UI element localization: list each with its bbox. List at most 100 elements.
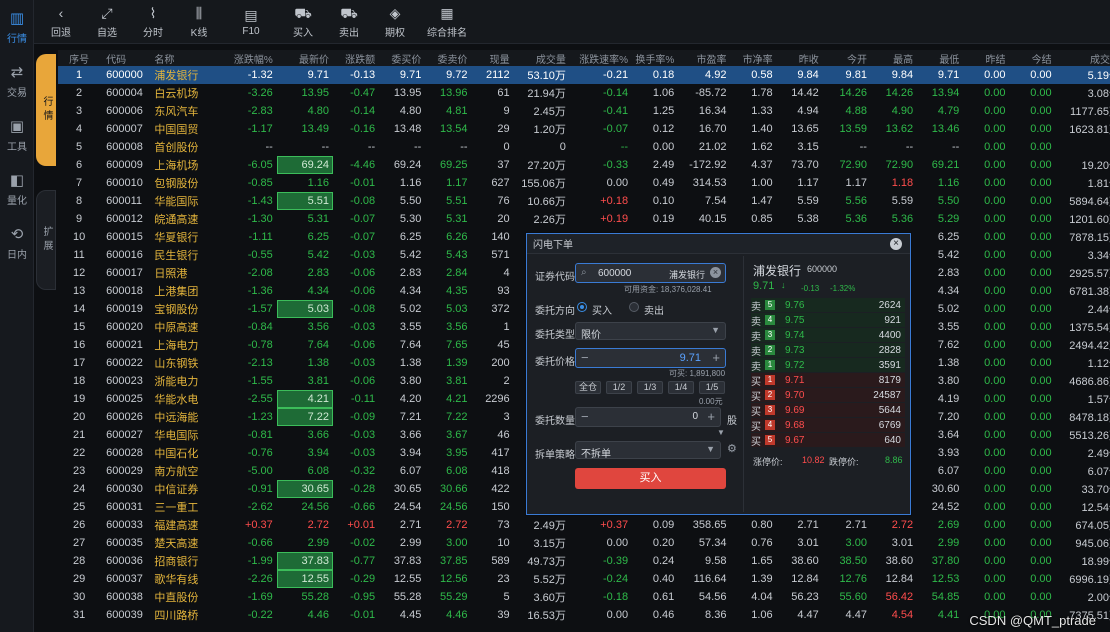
sell-level-row[interactable]: 卖 2 9.73 2828 <box>751 343 905 358</box>
table-row[interactable]: 2 600004 白云机场 -3.26 13.95 -0.47 13.95 13.96 61 21… <box>58 84 1110 102</box>
expand-arrow-icon[interactable]: ▼ <box>717 428 725 437</box>
column-header[interactable]: 市净率 <box>730 50 777 66</box>
order-type-select[interactable]: 限价 ▼ <box>575 322 726 341</box>
tab-expand[interactable]: 扩展 <box>36 190 56 290</box>
column-header[interactable]: 成交额 <box>1055 50 1110 66</box>
table-cell: 38.60 <box>885 555 914 567</box>
table-row[interactable]: 28 600036 招商银行 -1.99 37.83 -0.77 37.83 37.85 589… <box>58 552 1110 570</box>
column-header[interactable]: 换手率% <box>632 50 679 66</box>
plus-icon[interactable]: + <box>712 350 720 365</box>
column-header[interactable]: 现量 <box>471 50 514 66</box>
toolbar-button-7[interactable]: ◈ 期权 <box>372 0 418 44</box>
price-stepper[interactable]: − 9.71 + <box>575 348 726 368</box>
column-header[interactable]: 代码 <box>100 50 153 66</box>
buy-level-row[interactable]: 买 1 9.71 8179 <box>751 373 905 388</box>
table-row[interactable]: 7 600010 包钢股份 -0.85 1.16 -0.01 1.16 1.17 627 155.… <box>58 174 1110 192</box>
buy-level-row[interactable]: 买 4 9.68 6769 <box>751 418 905 433</box>
sell-level-row[interactable]: 卖 5 9.76 2624 <box>751 298 905 313</box>
table-row[interactable]: 9 600012 皖通高速 -1.30 5.31 -0.07 5.30 5.31 20 2.26万… <box>58 210 1110 228</box>
radio-buy[interactable] <box>577 302 587 312</box>
sell-level-row[interactable]: 卖 1 9.72 3591 <box>751 358 905 373</box>
table-cell: 0.00 <box>1030 267 1052 279</box>
plus-icon[interactable]: + <box>707 409 715 424</box>
table-row[interactable]: 30 600038 中直股份 -1.69 55.28 -0.95 55.28 55.29 5 3.… <box>58 588 1110 606</box>
table-row[interactable]: 27 600035 楚天高速 -0.66 2.99 -0.02 2.99 3.00 10 3.15… <box>58 534 1110 552</box>
column-header[interactable]: 最低 <box>917 50 964 66</box>
table-cell: 358.65 <box>692 519 727 531</box>
table-cell: 40.15 <box>698 213 727 225</box>
table-cell: 3.66 <box>399 429 422 441</box>
column-header[interactable]: 今开 <box>822 50 871 66</box>
fraction-button[interactable]: 1/2 <box>606 381 632 394</box>
column-header[interactable]: 涨跌幅% <box>220 50 277 66</box>
table-cell: 南方航空 <box>154 466 199 478</box>
column-header[interactable]: 涨跌速率% <box>569 50 633 66</box>
sell-level-row[interactable]: 卖 3 9.74 4400 <box>751 328 905 343</box>
table-row[interactable]: 31 600039 四川路桥 -0.22 4.46 -0.01 4.45 4.46 39 16.5… <box>58 606 1110 624</box>
table-cell: -0.33 <box>603 159 629 171</box>
column-header[interactable]: 最新价 <box>276 50 333 66</box>
quantity-stepper[interactable]: − 0 + <box>575 407 721 427</box>
radio-sell[interactable] <box>629 302 639 312</box>
table-row[interactable]: 29 600037 歌华有线 -2.26 12.55 -0.29 12.55 12.56 23 5… <box>58 570 1110 588</box>
column-header[interactable]: 序号 <box>58 50 101 66</box>
toolbar-button-8[interactable]: ▦ 综合排名 <box>418 0 476 44</box>
table-cell: 5.19亿 <box>1055 66 1110 84</box>
buy-button[interactable]: 买入 <box>575 468 726 489</box>
table-row[interactable]: 4 600007 中国国贸 -1.17 13.49 -0.16 13.48 13.54 29 1.… <box>58 120 1110 138</box>
column-header[interactable]: 市盈率 <box>678 50 731 66</box>
table-cell: -- <box>859 141 867 153</box>
fraction-button[interactable]: 1/4 <box>668 381 694 394</box>
table-cell: -0.03 <box>350 249 376 261</box>
column-header[interactable]: 成交量 <box>513 50 570 66</box>
column-header[interactable]: 昨收 <box>776 50 823 66</box>
toolbar-button-4[interactable]: ▤ F10 <box>222 0 280 44</box>
table-row[interactable]: 1 600000 浦发银行 -1.32 9.71 -0.13 9.71 9.72 2112 53.… <box>58 66 1110 84</box>
nav-item-1[interactable]: ⇄ 交易 <box>0 54 34 108</box>
minus-icon[interactable]: − <box>581 350 589 365</box>
column-header[interactable]: 涨跌额 <box>333 50 380 66</box>
table-cell: 0.00 <box>1030 483 1052 495</box>
table-row[interactable]: 3 600006 东风汽车 -2.83 4.80 -0.14 4.80 4.81 9 2.45万 -… <box>58 102 1110 120</box>
table-row[interactable]: 6 600009 上海机场 -6.05 69.24 -4.46 69.24 69.25 37 27… <box>58 156 1110 174</box>
toolbar-button-0[interactable]: ‹ 回退 <box>38 0 84 44</box>
fraction-button[interactable]: 全仓 <box>575 381 601 394</box>
column-header[interactable]: 委卖价 <box>425 50 472 66</box>
table-row[interactable]: 26 600033 福建高速 +0.37 2.72 +0.01 2.71 2.72 73 2.49… <box>58 516 1110 534</box>
toolbar-button-3[interactable]: ⫼ K线 <box>176 0 222 44</box>
toolbar-button-1[interactable]: ⤢ 自选 <box>84 0 130 44</box>
table-cell: 0.00 <box>1030 285 1052 297</box>
table-row[interactable]: 5 600008 首创股份 -- -- -- -- -- 0 0 -- 0.00 21.02 1.62 3.… <box>58 138 1110 156</box>
toolbar: ‹ 回退 ⤢ 自选 ⌇ 分时 ⫼ K线 ▤ F10 ⛟ 买入 ⛟ 卖出 ◈ 期权 ▦ 综合排名 <box>34 0 1110 44</box>
toolbar-button-5[interactable]: ⛟ 买入 <box>280 0 326 44</box>
minus-icon[interactable]: − <box>581 409 589 424</box>
stock-code-input[interactable]: ⌕ 600000 浦发银行 × <box>575 263 726 283</box>
sell-level-row[interactable]: 卖 4 9.75 921 <box>751 313 905 328</box>
nav-item-3[interactable]: ◧ 量化 <box>0 162 34 216</box>
table-cell: 7 <box>76 177 83 189</box>
level-badge: 5 <box>765 435 775 445</box>
column-header[interactable]: 名称 <box>152 50 221 66</box>
fraction-button[interactable]: 1/3 <box>637 381 663 394</box>
buy-level-row[interactable]: 买 2 9.70 24587 <box>751 388 905 403</box>
toolbar-button-2[interactable]: ⌇ 分时 <box>130 0 176 44</box>
buy-level-row[interactable]: 买 5 9.67 640 <box>751 433 905 448</box>
column-header[interactable]: 最高 <box>870 50 918 66</box>
tab-quote[interactable]: 行情 <box>36 54 56 166</box>
column-header[interactable]: 今结 <box>1009 50 1056 66</box>
fraction-button[interactable]: 1/5 <box>699 381 725 394</box>
clear-icon[interactable]: × <box>710 267 721 278</box>
toolbar-button-6[interactable]: ⛟ 卖出 <box>326 0 372 44</box>
table-row[interactable]: 8 600011 华能国际 -1.43 5.51 -0.08 5.50 5.51 76 10.66… <box>58 192 1110 210</box>
nav-item-0[interactable]: ▥ 行情 <box>0 0 34 54</box>
table-cell: 13.95 <box>393 87 422 99</box>
split-strategy-select[interactable]: 不拆单 ▼ <box>575 441 721 460</box>
column-header[interactable]: 委买价 <box>379 50 426 66</box>
nav-item-2[interactable]: ▣ 工具 <box>0 108 34 162</box>
close-icon[interactable]: × <box>890 238 902 250</box>
buy-level-row[interactable]: 买 3 9.69 5644 <box>751 403 905 418</box>
gear-icon[interactable]: ⚙ <box>727 442 737 455</box>
column-header[interactable]: 昨结 <box>963 50 1010 66</box>
table-cell: 116.64 <box>693 573 727 585</box>
nav-item-4[interactable]: ⟲ 日内 <box>0 216 34 270</box>
